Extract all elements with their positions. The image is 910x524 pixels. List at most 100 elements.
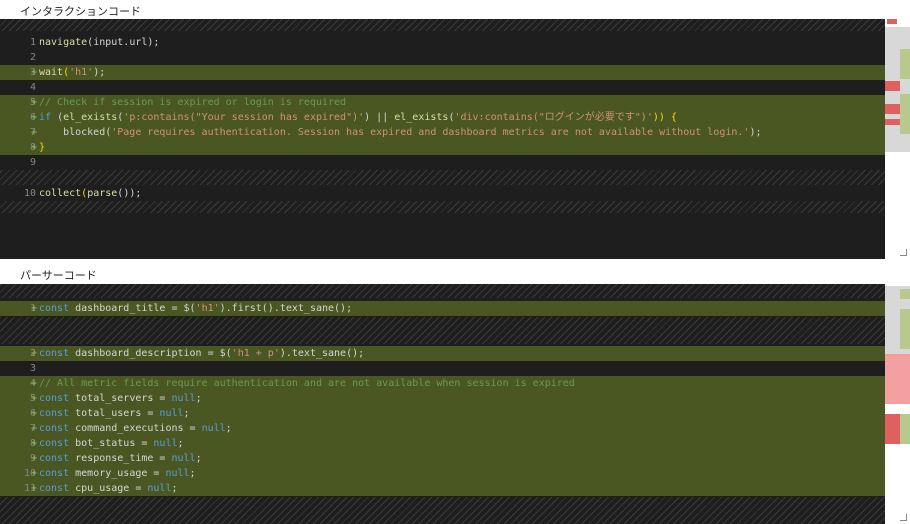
code-token: ; [177,438,184,449]
minimap-change [900,289,910,299]
code-line[interactable]: 6 + if (el_exists('p:contains("Your sessio… [0,110,885,125]
code-token: ; [195,453,202,464]
code-line[interactable]: 2 [0,50,885,65]
code-text: // Check if session is expired or login … [39,95,346,110]
code-line[interactable]: 6 + const total_users = null; [0,406,885,421]
code-token: const [39,348,70,359]
code-token: navigate [39,37,88,48]
code-token: )) { [652,112,677,123]
added-line-marker: + [31,468,38,479]
minimap-change [900,309,910,349]
code-token: el_exists [63,112,118,123]
parser-code-title: パーサーコード [20,269,97,282]
code-token: bot_status = [69,438,154,449]
code-token: cpu_usage = [69,483,148,494]
code-line[interactable]: 8 + const bot_status = null; [0,436,885,451]
parser-code-editor[interactable]: 1 + const dashboard_title = $('h1').first(… [0,284,885,524]
added-line-marker: + [31,393,38,404]
code-line[interactable]: 9 + const response_time = null; [0,451,885,466]
code-token: ); [749,127,762,138]
code-token: null [147,483,172,494]
minimap-change [900,94,910,134]
code-token: (input.url); [87,37,160,48]
added-line-marker: + [31,453,38,464]
code-token: null [153,438,178,449]
diff-filler [0,317,885,344]
line-number: 2 [29,52,36,63]
code-token: total_users = [69,408,160,419]
line-number: 3 [29,363,36,374]
code-token: const [39,483,70,494]
code-token: ; [189,468,196,479]
code-line[interactable]: 3 [0,361,885,376]
added-line-marker: + [31,348,38,359]
code-token: response_time = [69,453,172,464]
code-text: const dashboard_title = $('h1').first().… [39,301,352,316]
code-line[interactable]: 10 collect(parse()); [0,186,885,201]
code-text: blocked('Page requires authentication. S… [39,125,761,140]
code-line[interactable]: 9 [0,155,885,170]
code-text: const command_executions = null; [39,421,232,436]
code-line[interactable]: 8 +} [0,140,885,155]
code-token: 'p:contains("Your session has expired")' [123,112,365,123]
code-text: } [39,140,45,155]
code-line[interactable]: 4 [0,80,885,95]
minimap-change [900,49,910,79]
code-token: ; [225,423,232,434]
code-token: null [171,393,196,404]
interaction-code-editor[interactable]: 1 navigate(input.url); 2 3 + wait('h1'); 4 … [0,19,885,259]
code-line[interactable]: 5 +// Check if session is expired or logi… [0,95,885,110]
resize-handle-icon[interactable] [900,249,907,256]
code-text: // All metric fields require authenticat… [39,376,575,391]
added-line-marker: + [31,67,38,78]
code-text: const bot_status = null; [39,436,184,451]
code-line[interactable]: 1 + const dashboard_title = $('h1').first(… [0,301,885,316]
code-token: 'h1' [69,67,94,78]
code-token: ) || [364,112,395,123]
added-line-marker: + [31,112,38,123]
code-line[interactable]: 5 + const total_servers = null; [0,391,885,406]
added-line-marker: + [31,408,38,419]
code-line[interactable]: 11 + const cpu_usage = null; [0,481,885,496]
minimap-change [885,104,900,114]
code-token: const [39,408,70,419]
code-line[interactable]: 3 + wait('h1'); [0,65,885,80]
code-line[interactable]: 4 +// All metric fields require authentic… [0,376,885,391]
code-token: 'h1' [195,303,220,314]
code-token: ; [171,483,178,494]
code-token: ; [195,393,202,404]
diff-filler [0,284,885,298]
resize-handle-icon[interactable] [900,514,907,521]
code-token: parse [87,188,118,199]
added-line-marker: + [31,97,38,108]
parser-minimap[interactable] [885,284,910,524]
code-line[interactable]: 10 + const memory_usage = null; [0,466,885,481]
interaction-minimap[interactable] [885,19,910,259]
diff-filler [0,201,885,213]
code-line[interactable]: 7 + blocked('Page requires authentication… [0,125,885,140]
code-line[interactable]: 2 + const dashboard_description = $('h1 + … [0,346,885,361]
code-text: if (el_exists('p:contains("Your session … [39,110,677,125]
code-token: const [39,468,70,479]
minimap-change [885,119,900,125]
code-text: wait('h1'); [39,65,105,80]
code-text: const response_time = null; [39,451,202,466]
added-line-marker: + [31,142,38,153]
code-token: null [165,468,190,479]
code-text: const dashboard_description = $('h1 + p'… [39,346,364,361]
code-token: ).first().text_sane(); [219,303,353,314]
code-token: command_executions = [69,423,202,434]
minimap-change [885,354,910,404]
code-token: const [39,423,70,434]
code-token: null [201,423,226,434]
minimap-change [900,414,910,444]
code-token: ()); [117,188,142,199]
code-line[interactable]: 7 + const command_executions = null; [0,421,885,436]
minimap-change [885,414,900,444]
code-token: 'div:contains("ログインが必要です")' [454,112,653,123]
line-number: 9 [29,157,36,168]
code-token: const [39,453,70,464]
code-line[interactable]: 1 navigate(input.url); [0,35,885,50]
code-text: const cpu_usage = null; [39,481,178,496]
line-number: 4 [29,82,36,93]
